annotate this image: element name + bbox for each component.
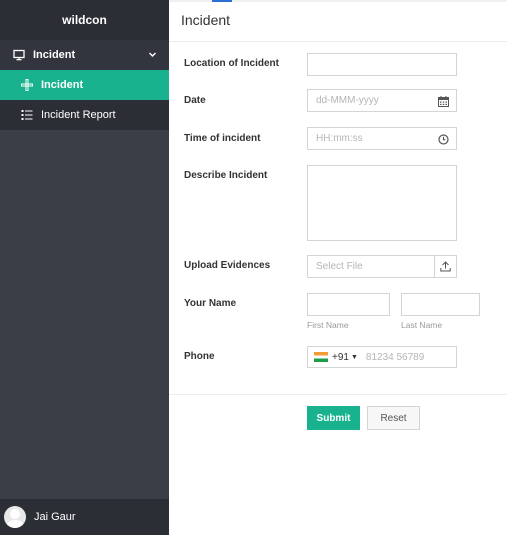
- sidebar-item-label: Incident Report: [41, 109, 116, 121]
- form-divider: [169, 394, 507, 395]
- phone-placeholder: 81234 56789: [365, 351, 425, 363]
- time-label: Time of incident: [184, 133, 261, 144]
- upload-icon: [440, 261, 451, 272]
- phone-input[interactable]: +91 ▼ 81234 56789: [307, 346, 457, 368]
- upload-button[interactable]: [434, 255, 457, 278]
- upload-file-input[interactable]: Select File: [307, 255, 435, 278]
- country-code[interactable]: +91: [332, 352, 349, 363]
- location-input[interactable]: [307, 53, 457, 76]
- user-name: Jai Gaur: [34, 511, 76, 523]
- clock-icon[interactable]: [438, 134, 449, 145]
- phone-label: Phone: [184, 351, 215, 362]
- upload-label: Upload Evidences: [184, 260, 271, 271]
- page-title: Incident: [181, 12, 231, 28]
- sidebar: wildcon Incident Incident Incident Repor…: [0, 0, 169, 535]
- upload-placeholder: Select File: [316, 261, 363, 272]
- brand-logo: wildcon: [0, 0, 169, 40]
- last-name-input[interactable]: [401, 293, 480, 316]
- date-input[interactable]: dd-MMM-yyyy: [307, 89, 457, 112]
- sidebar-group-label: Incident: [33, 49, 76, 61]
- sidebar-item-incident-report[interactable]: Incident Report: [0, 100, 169, 130]
- user-profile[interactable]: Jai Gaur: [0, 499, 169, 535]
- plus-move-icon: [21, 79, 33, 91]
- time-placeholder: HH:mm:ss: [316, 133, 363, 144]
- name-label: Your Name: [184, 298, 237, 309]
- india-flag-icon[interactable]: [314, 352, 328, 362]
- monitor-icon: [13, 49, 25, 61]
- submit-button[interactable]: Submit: [307, 406, 360, 430]
- sidebar-item-label: Incident: [41, 79, 84, 91]
- first-name-hint: First Name: [307, 320, 349, 330]
- chevron-down-icon[interactable]: [148, 50, 157, 59]
- active-tab-indicator: [212, 0, 232, 2]
- date-label: Date: [184, 95, 206, 106]
- sidebar-group-incident[interactable]: Incident: [0, 40, 169, 70]
- sidebar-item-incident[interactable]: Incident: [0, 70, 169, 100]
- first-name-input[interactable]: [307, 293, 390, 316]
- describe-label: Describe Incident: [184, 170, 268, 181]
- caret-down-icon[interactable]: ▼: [351, 354, 358, 361]
- location-label: Location of Incident: [184, 58, 279, 69]
- date-placeholder: dd-MMM-yyyy: [316, 95, 379, 106]
- describe-textarea[interactable]: [307, 165, 457, 241]
- page-header: Incident: [169, 0, 507, 42]
- avatar: [4, 506, 26, 528]
- calendar-icon[interactable]: [438, 96, 449, 107]
- reset-button[interactable]: Reset: [367, 406, 420, 430]
- time-input[interactable]: HH:mm:ss: [307, 127, 457, 150]
- list-icon: [21, 109, 33, 121]
- last-name-hint: Last Name: [401, 320, 443, 330]
